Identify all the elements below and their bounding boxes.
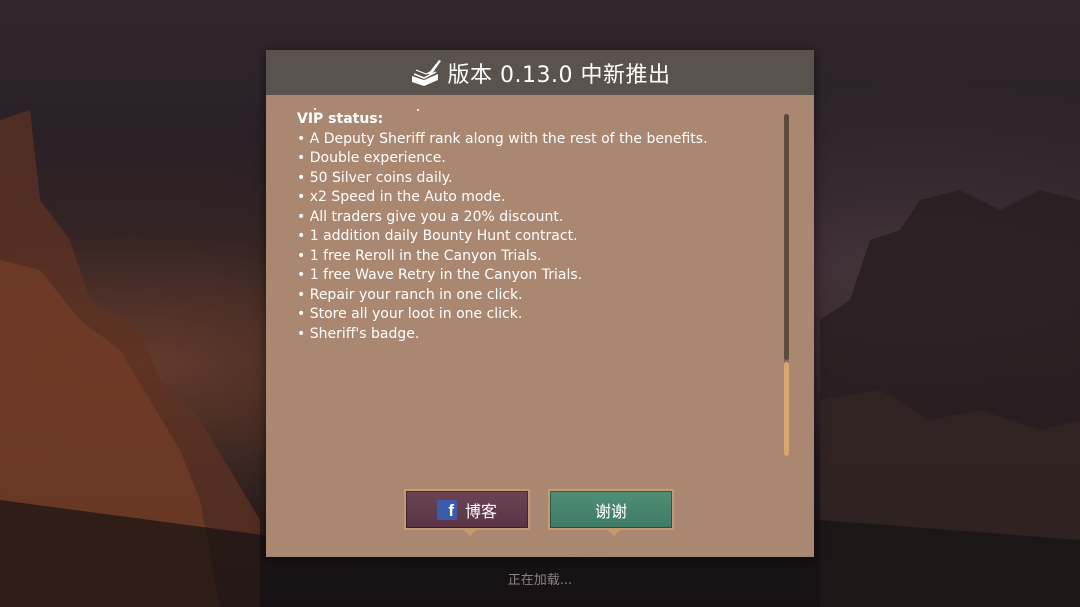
vip-list-item: 1 addition daily Bounty Hunt contract. bbox=[297, 227, 777, 247]
blog-button[interactable]: f 博客 bbox=[404, 489, 530, 536]
book-quill-icon bbox=[411, 59, 441, 86]
vip-list-item: All traders give you a 20% discount. bbox=[297, 208, 777, 228]
patch-notes-content: VIP status: A Deputy Sheriff rank along … bbox=[297, 110, 777, 470]
button-notch bbox=[463, 529, 477, 536]
vip-status-heading: VIP status: bbox=[297, 111, 384, 127]
vip-list-item: 1 free Wave Retry in the Canyon Trials. bbox=[297, 266, 777, 286]
loading-text: 正在加载... bbox=[507, 573, 573, 588]
vip-list-item: Repair your ranch in one click. bbox=[297, 286, 777, 306]
thanks-button[interactable]: 谢谢 bbox=[548, 489, 674, 536]
vip-list-item: Sheriff's badge. bbox=[297, 325, 777, 345]
vip-list-item: x2 Speed in the Auto mode. bbox=[297, 188, 777, 208]
thanks-button-label: 谢谢 bbox=[594, 501, 627, 521]
button-notch bbox=[607, 529, 621, 536]
vip-list-item: Double experience. bbox=[297, 149, 777, 169]
scrollbar-thumb[interactable] bbox=[784, 362, 789, 456]
blog-button-label: 博客 bbox=[464, 501, 497, 521]
facebook-icon: f bbox=[436, 499, 457, 520]
vip-list-item: Store all your loot in one click. bbox=[297, 305, 777, 325]
vip-list-item: 50 Silver coins daily. bbox=[297, 169, 777, 189]
scrollbar[interactable] bbox=[784, 114, 789, 456]
patch-notes-dialog: 版本 0.13.0 中新推出 VIP status: A Deputy Sher… bbox=[266, 50, 814, 557]
dialog-header: 版本 0.13.0 中新推出 bbox=[266, 50, 814, 95]
scrollbar-upper bbox=[784, 114, 789, 360]
vip-list-item: 1 free Reroll in the Canyon Trials. bbox=[297, 247, 777, 267]
vip-list-item: A Deputy Sheriff rank along with the res… bbox=[297, 130, 777, 150]
dialog-title: 版本 0.13.0 中新推出 bbox=[447, 62, 671, 88]
